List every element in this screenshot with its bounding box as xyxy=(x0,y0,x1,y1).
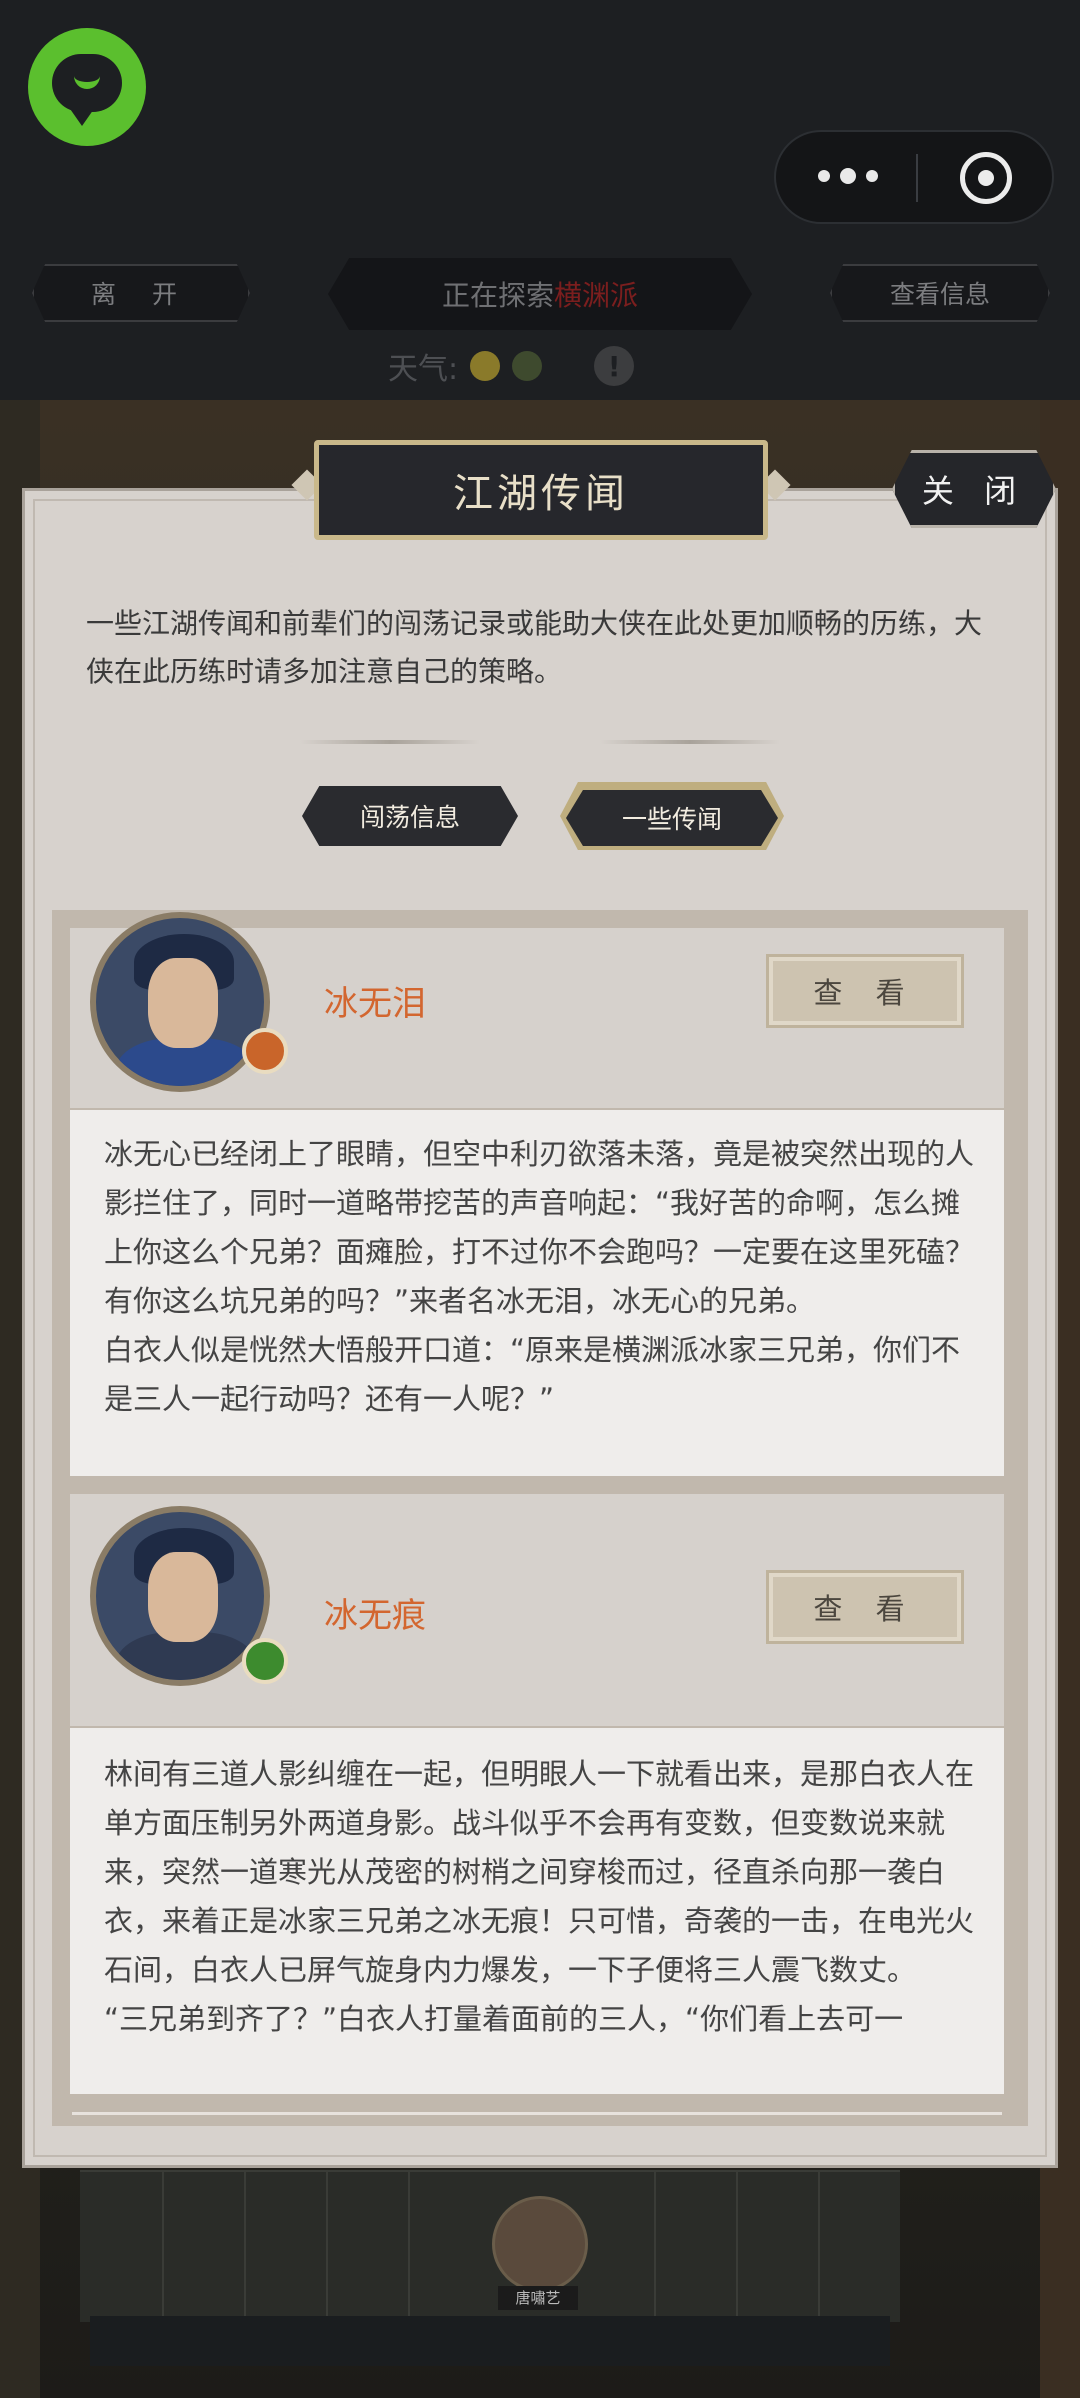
portrait-face xyxy=(148,1552,218,1642)
story-text: 林间有三道人影纠缠在一起，但明眼人一下就看出来，是那白衣人在单方面压制另外两道身… xyxy=(104,1757,975,2036)
wind-element-icon xyxy=(242,1638,288,1684)
rumor-card: 冰无泪 查 看 冰无心已经闭上了眼睛，但空中利刃欲落未落，竟是被突然出现的人影拦… xyxy=(70,912,1004,1476)
leaf-icon xyxy=(512,351,543,381)
capsule-divider xyxy=(916,154,918,202)
weather-row: 天气: ! xyxy=(388,344,635,388)
rumor-card: 冰无痕 查 看 林间有三道人影纠缠在一起，但明眼人一下就看出来，是那白衣人在单方… xyxy=(70,1494,1004,2094)
tab-adventure-info[interactable]: 闯荡信息 xyxy=(302,786,518,846)
sun-icon xyxy=(470,351,501,381)
explore-prefix: 正在探索 xyxy=(441,279,554,312)
dot xyxy=(866,170,878,182)
view-button[interactable]: 查 看 xyxy=(766,954,964,1028)
character-portrait xyxy=(90,912,270,1092)
board-cell-line xyxy=(408,2172,410,2322)
character-name: 冰无痕 xyxy=(324,1596,426,1636)
story-text: 冰无心已经闭上了眼睛，但空中利刃欲落未落，竟是被突然出现的人影拦住了，同时一道略… xyxy=(104,1137,975,1416)
footer-strip xyxy=(90,2316,890,2366)
card-body: 林间有三道人影纠缠在一起，但明眼人一下就看出来，是那白衣人在单方面压制另外两道身… xyxy=(70,1728,1004,2094)
close-miniprogram-icon[interactable] xyxy=(960,152,1012,204)
board-cell-line xyxy=(244,2172,246,2322)
weather-label: 天气: xyxy=(388,352,459,387)
card-body: 冰无心已经闭上了眼睛，但空中利刃欲落未落，竟是被突然出现的人影拦住了，同时一道略… xyxy=(70,1110,1004,1476)
warning-icon[interactable]: ! xyxy=(594,346,635,386)
fire-element-icon xyxy=(242,1028,288,1074)
list-bottom-divider xyxy=(72,2112,1002,2115)
portrait-face xyxy=(148,958,218,1048)
tab-rumors[interactable]: 一些传闻 xyxy=(566,790,778,846)
player-name: 唐嘯艺 xyxy=(498,2286,578,2310)
target-center xyxy=(978,170,994,186)
divider-ornament xyxy=(300,740,480,744)
board-cell-line xyxy=(162,2172,164,2322)
view-info-button[interactable]: 查看信息 xyxy=(830,264,1050,322)
chat-logo-icon[interactable] xyxy=(28,28,146,146)
logo-smile xyxy=(74,68,100,89)
view-button[interactable]: 查 看 xyxy=(766,1570,964,1644)
board-cell-line xyxy=(654,2172,656,2322)
explore-place: 横渊派 xyxy=(554,279,639,312)
dot xyxy=(818,170,830,182)
divider-ornament xyxy=(600,740,780,744)
character-name: 冰无泪 xyxy=(324,984,426,1024)
leave-button[interactable]: 离 开 xyxy=(32,264,250,322)
dialog-title: 江湖传闻 xyxy=(314,440,768,540)
player-avatar[interactable] xyxy=(492,2196,588,2292)
dot xyxy=(840,168,856,184)
close-button[interactable]: 关 闭 xyxy=(892,450,1056,528)
board-cell-line xyxy=(736,2172,738,2322)
dialog-description: 一些江湖传闻和前辈们的闯荡记录或能助大侠在此处更加顺畅的历练，大侠在此历练时请多… xyxy=(86,607,983,688)
miniprogram-capsule xyxy=(774,130,1054,224)
board-cell-line xyxy=(326,2172,328,2322)
logo-tail xyxy=(68,106,96,126)
game-board xyxy=(80,2170,900,2322)
logo-bubble xyxy=(52,54,122,112)
explore-status: 正在探索 横渊派 xyxy=(328,258,752,330)
board-cell-line xyxy=(818,2172,820,2322)
more-icon[interactable] xyxy=(818,168,878,184)
